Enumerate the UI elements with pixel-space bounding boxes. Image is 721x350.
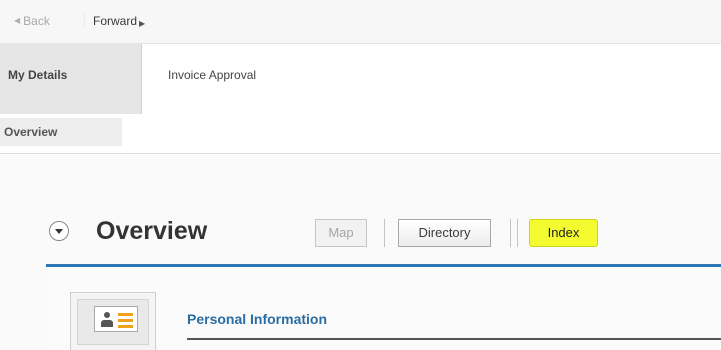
button-separator bbox=[384, 219, 385, 247]
chevron-down-icon bbox=[55, 228, 63, 234]
map-button[interactable]: Map bbox=[315, 219, 367, 247]
button-separator bbox=[510, 219, 511, 247]
back-button[interactable]: ◀ Back bbox=[14, 12, 50, 30]
forward-arrow-icon: ▶ bbox=[139, 19, 146, 28]
section-divider bbox=[187, 338, 721, 340]
tab-invoice-approval[interactable]: Invoice Approval bbox=[142, 44, 721, 114]
personal-information-link[interactable]: Personal Information bbox=[187, 310, 327, 328]
main-tab-bar: My Details Invoice Approval bbox=[0, 44, 721, 114]
card-line bbox=[118, 325, 133, 328]
directory-button[interactable]: Directory bbox=[398, 219, 491, 247]
person-head bbox=[104, 312, 110, 318]
contact-card-icon bbox=[94, 306, 138, 332]
tab-my-details[interactable]: My Details bbox=[0, 44, 142, 114]
card-lines-icon bbox=[118, 313, 133, 331]
forward-label: Forward bbox=[93, 14, 138, 28]
history-divider bbox=[84, 13, 85, 29]
page-title: Overview bbox=[96, 217, 208, 245]
person-body bbox=[101, 320, 113, 327]
section-icon-frame bbox=[70, 292, 156, 350]
history-bar: ◀ Back Forward ▶ bbox=[0, 0, 721, 44]
forward-button[interactable]: Forward ▶ bbox=[93, 12, 145, 30]
person-icon bbox=[101, 312, 113, 328]
card-line bbox=[118, 319, 133, 322]
index-button[interactable]: Index bbox=[529, 219, 598, 247]
sub-tab-bar: Overview bbox=[0, 114, 721, 154]
collapse-toggle-button[interactable] bbox=[49, 221, 69, 241]
card-line bbox=[118, 313, 133, 316]
back-label: Back bbox=[23, 14, 50, 28]
sub-tab-overview[interactable]: Overview bbox=[0, 118, 122, 146]
section-icon-background bbox=[77, 299, 149, 345]
button-separator bbox=[517, 219, 518, 247]
back-arrow-icon: ◀ bbox=[14, 16, 21, 25]
